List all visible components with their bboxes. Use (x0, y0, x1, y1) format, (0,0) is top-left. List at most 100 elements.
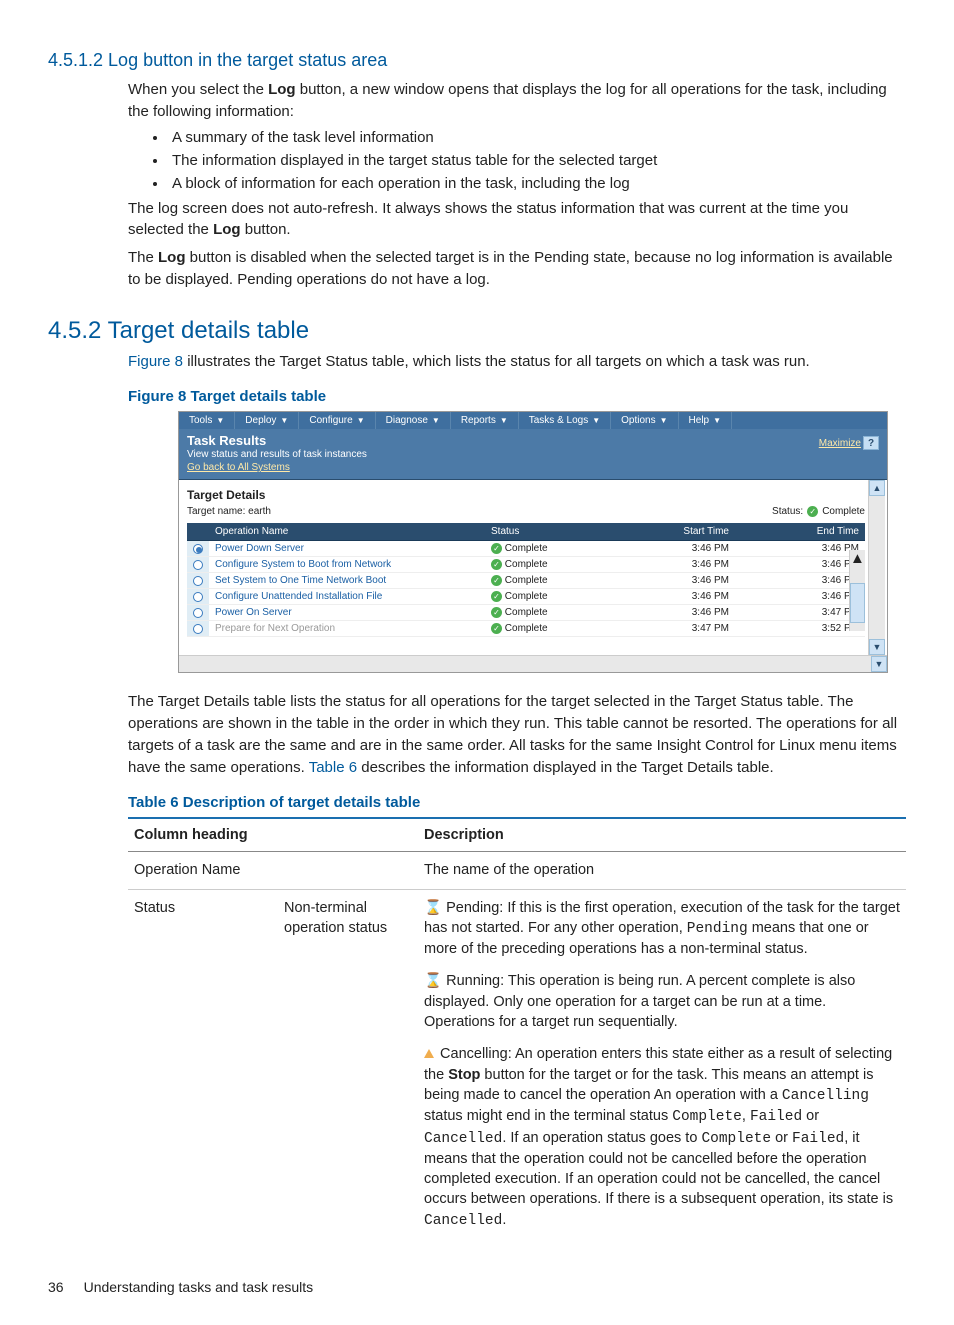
status-text: Complete (505, 559, 548, 570)
outer-vertical-scrollbar[interactable]: ▲ ▼ (868, 480, 885, 655)
list-item: A block of information for each operatio… (168, 175, 906, 192)
col-end-time[interactable]: End Time (735, 523, 865, 541)
radio-icon[interactable] (193, 624, 203, 634)
maximize-link[interactable]: Maximize (819, 438, 861, 449)
operation-link[interactable]: Configure System to Boot from Network (215, 559, 391, 570)
menu-deploy[interactable]: Deploy▼ (235, 412, 299, 429)
cell-description: ⌛ Pending: If this is the first operatio… (418, 889, 906, 1239)
radio-cell[interactable] (187, 589, 209, 605)
cell-end-time: 3:46 PM (735, 573, 865, 589)
list-item: A summary of the task level information (168, 129, 906, 146)
table-row[interactable]: Configure Unattended Installation File✓ … (187, 589, 865, 605)
table-6-link[interactable]: Table 6 (309, 759, 357, 776)
bold-stop: Stop (448, 1067, 480, 1083)
cell-status: ✓ Complete (485, 605, 605, 621)
operation-link[interactable]: Power On Server (215, 607, 292, 618)
col-status[interactable]: Status (485, 523, 605, 541)
code: Failed (792, 1131, 844, 1147)
operation-link[interactable]: Prepare for Next Operation (215, 623, 335, 634)
text: The (128, 249, 158, 266)
label: Help (689, 415, 710, 426)
page-number: 36 (48, 1279, 64, 1295)
status-text: Complete (505, 591, 548, 602)
menu-configure[interactable]: Configure ▼ (299, 412, 375, 429)
col-start-time[interactable]: Start Time (605, 523, 735, 541)
table-row[interactable]: Configure System to Boot from Network ✓ C… (187, 557, 865, 573)
table-row: Status Non-terminal operation status ⌛ P… (128, 889, 906, 1239)
table-vertical-scrollbar[interactable]: ▲ (849, 550, 865, 631)
radio-icon[interactable] (193, 592, 203, 602)
menu-reports[interactable]: Reports▼ (451, 412, 519, 429)
cell-end-time: 3:52 PM (735, 621, 865, 637)
radio-cell[interactable] (187, 605, 209, 621)
scroll-up-icon[interactable]: ▲ (869, 480, 885, 496)
scroll-up-icon[interactable]: ▲ (850, 550, 865, 567)
paragraph-452-intro: Figure 8 illustrates the Target Status t… (128, 351, 906, 373)
table-row: Operation Name The name of the operation (128, 852, 906, 889)
target-details-heading: Target Details (187, 488, 865, 502)
cell-col-heading: Status (128, 889, 278, 1239)
text: status might end in the terminal status (424, 1108, 672, 1124)
cell-status: ✓ Complete (485, 541, 605, 557)
code: Complete (672, 1109, 742, 1125)
menu-tools[interactable]: Tools▼ (179, 412, 235, 429)
bold-log: Log (213, 221, 241, 238)
table-row[interactable]: Power On Server✓ Complete3:46 PM3:47 PM (187, 605, 865, 621)
check-icon: ✓ (491, 559, 502, 570)
check-icon: ✓ (491, 575, 502, 586)
menu-help[interactable]: Help▼ (679, 412, 733, 429)
chevron-down-icon: ▼ (357, 416, 365, 425)
warning-icon (424, 1049, 434, 1058)
operation-link[interactable]: Configure Unattended Installation File (215, 591, 382, 602)
radio-icon[interactable] (193, 608, 203, 618)
menu-options[interactable]: Options▼ (611, 412, 678, 429)
table-6-caption: Table 6 Description of target details ta… (128, 794, 906, 811)
cell-operation: Power Down Server (209, 541, 485, 557)
code: Failed (750, 1109, 802, 1125)
table-row[interactable]: Power Down Server✓ Complete3:46 PM3:46 P… (187, 541, 865, 557)
radio-cell[interactable] (187, 621, 209, 637)
cell-end-time: 3:46 PM (735, 541, 865, 557)
operation-link[interactable]: Set System to One Time Network Boot (215, 575, 386, 586)
paragraph-below-figure: The Target Details table lists the statu… (128, 691, 906, 778)
text: When you select the (128, 81, 268, 98)
table-6: Column heading Description Operation Nam… (128, 817, 906, 1239)
horizontal-scrollbar[interactable]: ▼ (179, 655, 887, 672)
menu-tasks-logs[interactable]: Tasks & Logs▼ (519, 412, 611, 429)
text: or (802, 1108, 819, 1124)
cell-operation: Configure System to Boot from Network (209, 557, 485, 573)
radio-cell[interactable] (187, 557, 209, 573)
code: Cancelled (424, 1213, 502, 1229)
cell-status: ✓ Complete (485, 573, 605, 589)
check-icon: ✓ (807, 506, 818, 517)
menu-diagnose[interactable]: Diagnose▼ (376, 412, 451, 429)
cell-status: ✓ Complete (485, 621, 605, 637)
label: Configure (309, 415, 352, 426)
chevron-down-icon: ▼ (713, 416, 721, 425)
status-text: Complete (505, 607, 548, 618)
scrollbar-thumb[interactable] (850, 583, 865, 623)
radio-icon[interactable] (193, 560, 203, 570)
radio-cell[interactable] (187, 573, 209, 589)
text: Running: This operation is being run. A … (424, 973, 855, 1030)
operation-link[interactable]: Power Down Server (215, 543, 304, 554)
radio-cell[interactable] (187, 541, 209, 557)
chevron-down-icon: ▼ (216, 416, 224, 425)
heading-452: 4.5.2 Target details table (48, 317, 906, 345)
table-row[interactable]: Set System to One Time Network Boot ✓ Com… (187, 573, 865, 589)
label: Reports (461, 415, 496, 426)
scroll-down-icon[interactable]: ▼ (871, 656, 887, 672)
log-info-list: A summary of the task level information … (128, 129, 906, 192)
help-button[interactable]: ? (863, 436, 879, 450)
th-description: Description (418, 818, 906, 852)
col-operation-name[interactable]: Operation Name (209, 523, 485, 541)
scroll-down-icon[interactable]: ▼ (869, 639, 885, 655)
figure-8-link[interactable]: Figure 8 (128, 353, 183, 370)
radio-icon[interactable] (193, 576, 203, 586)
chevron-down-icon: ▼ (432, 416, 440, 425)
table-row[interactable]: Prepare for Next Operation✓ Complete3:47… (187, 621, 865, 637)
radio-icon[interactable] (193, 544, 203, 554)
cell-end-time: 3:46 PM (735, 589, 865, 605)
code: Cancelled (424, 1131, 502, 1147)
go-back-link[interactable]: Go back to All Systems (187, 462, 367, 473)
